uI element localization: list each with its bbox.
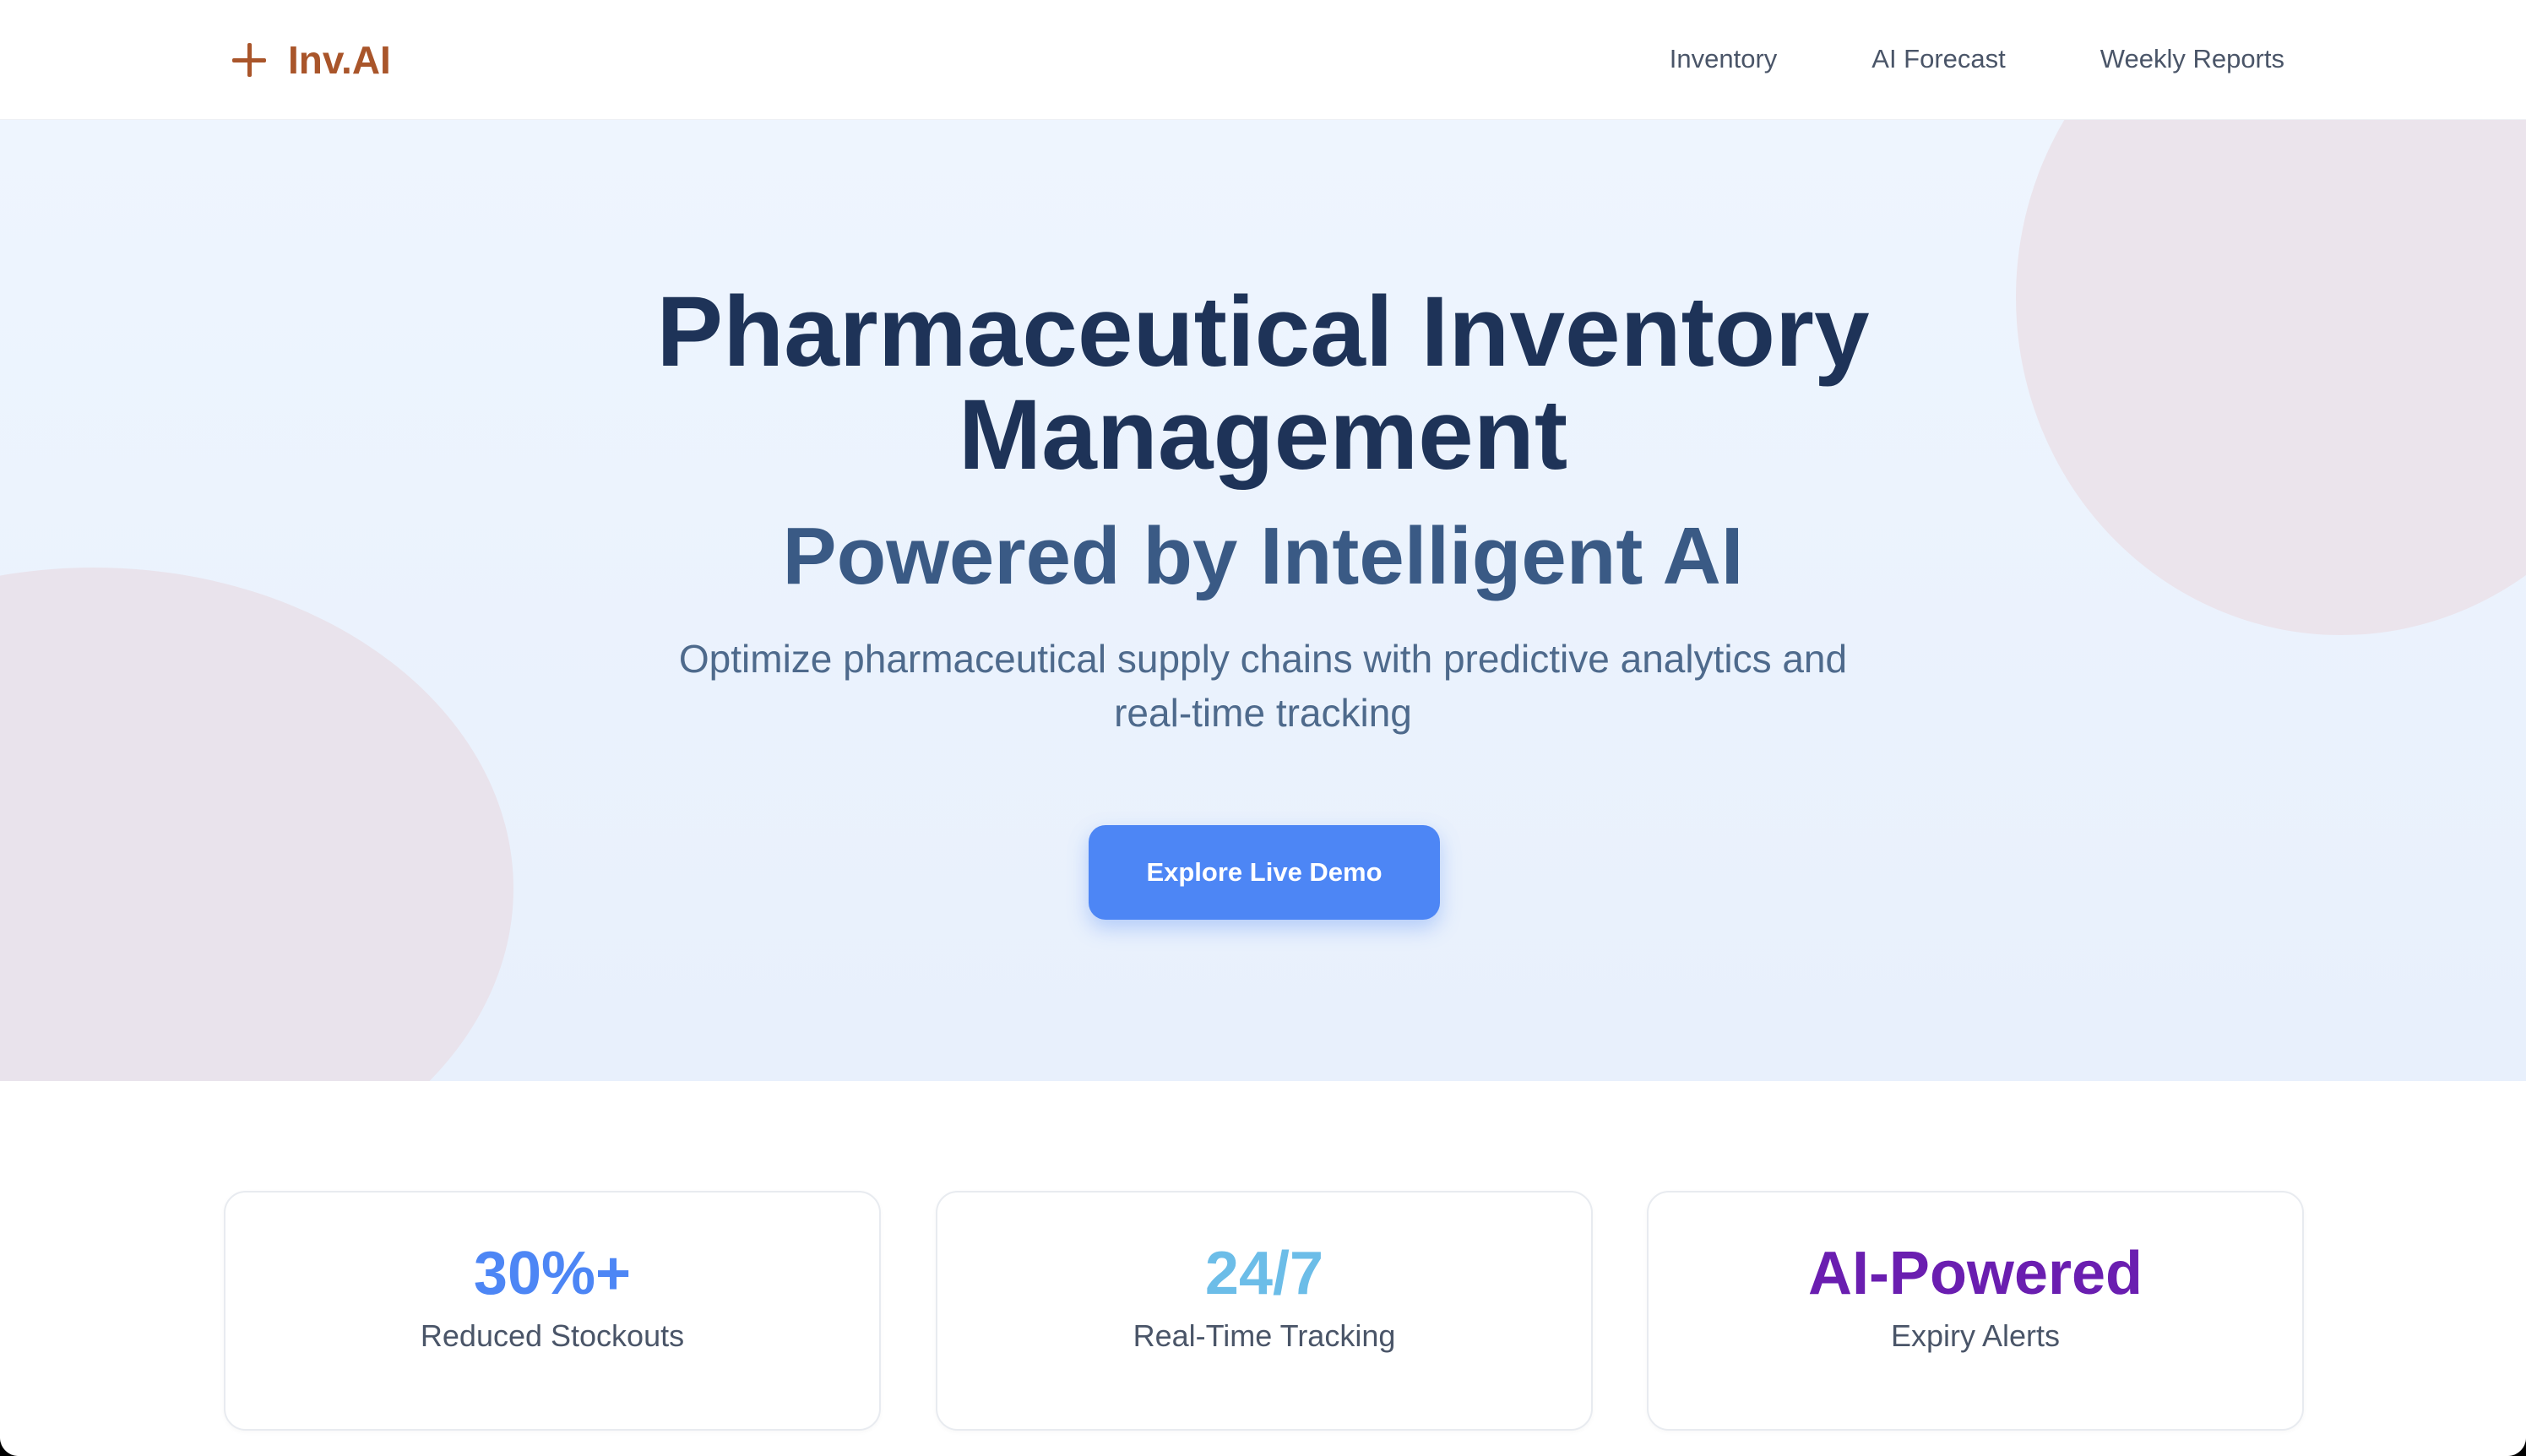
- stat-card-tracking: 24/7 Real-Time Tracking: [936, 1191, 1593, 1431]
- plus-icon: [232, 43, 266, 77]
- explore-live-demo-button[interactable]: Explore Live Demo: [1089, 825, 1440, 920]
- page: Inv.AI Inventory AI Forecast Weekly Repo…: [0, 0, 2526, 1456]
- stat-value: AI-Powered: [1807, 1240, 2143, 1307]
- hero-title-line-1: Pharmaceutical Inventory: [656, 276, 1870, 388]
- hero-title-line-2: Management: [958, 379, 1568, 491]
- stat-value: 24/7: [1204, 1240, 1324, 1307]
- stat-card-expiry-alerts: AI-Powered Expiry Alerts: [1647, 1191, 2304, 1431]
- top-navbar: Inv.AI Inventory AI Forecast Weekly Repo…: [0, 0, 2526, 120]
- nav-link-weekly-reports[interactable]: Weekly Reports: [2100, 44, 2284, 74]
- hero-description-line-2: real-time tracking: [1114, 691, 1412, 735]
- nav-link-ai-forecast[interactable]: AI Forecast: [1871, 44, 2006, 74]
- nav-links: Inventory AI Forecast Weekly Reports: [1670, 37, 2284, 81]
- hero-title: Pharmaceutical Inventory Management: [0, 280, 2526, 486]
- hero-subtitle: Powered by Intelligent AI: [782, 511, 1744, 601]
- brand-logo-link[interactable]: Inv.AI: [232, 32, 391, 88]
- brand-name: Inv.AI: [288, 38, 391, 82]
- nav-link-inventory[interactable]: Inventory: [1670, 44, 1778, 74]
- stat-value: 30%+: [473, 1240, 632, 1307]
- decorative-circle-left: [0, 568, 513, 1081]
- hero-section: Pharmaceutical Inventory Management Powe…: [0, 120, 2526, 1081]
- stat-label: Reduced Stockouts: [420, 1318, 685, 1353]
- stat-label: Expiry Alerts: [1890, 1318, 2061, 1353]
- stat-card-stockouts: 30%+ Reduced Stockouts: [224, 1191, 881, 1431]
- stats-section: 30%+ Reduced Stockouts 24/7 Real-Time Tr…: [0, 1081, 2526, 1456]
- hero-description-line-1: Optimize pharmaceutical supply chains wi…: [678, 637, 1848, 681]
- hero-description: Optimize pharmaceutical supply chains wi…: [625, 632, 1901, 740]
- stat-label: Real-Time Tracking: [1133, 1318, 1396, 1353]
